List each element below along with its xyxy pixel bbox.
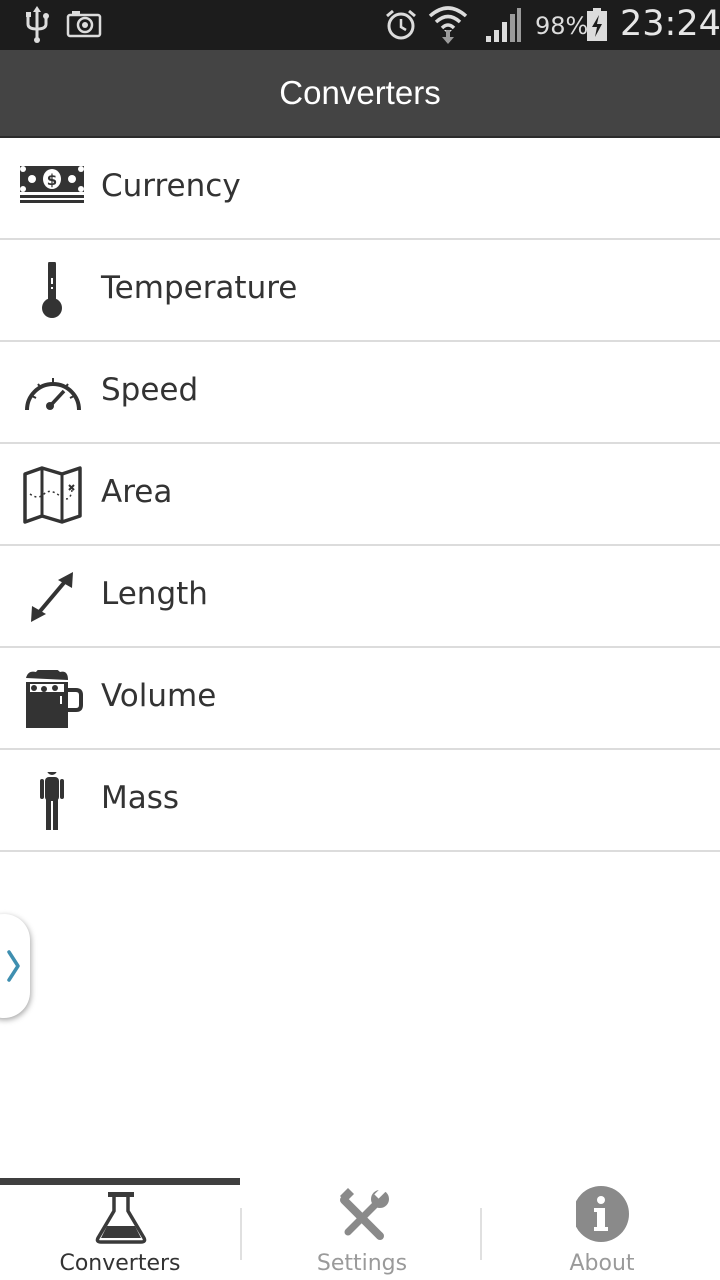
person-icon (18, 765, 86, 830)
diagonal-arrow-icon (18, 568, 86, 626)
thermometer-icon (18, 260, 86, 320)
list-item-label: Area (101, 474, 173, 510)
list-item-label: Mass (101, 780, 180, 816)
list-item-length[interactable]: Length (0, 546, 720, 648)
list-item-label: Temperature (101, 270, 298, 306)
status-bar: 98% 23:24 (0, 0, 720, 50)
alarm-icon (384, 8, 418, 47)
speedometer-icon (18, 364, 86, 422)
wifi-icon (428, 4, 468, 49)
info-icon (573, 1184, 630, 1244)
flask-icon (94, 1184, 148, 1244)
battery-charging-icon (586, 8, 608, 47)
list-item-label: Length (101, 576, 208, 612)
tab-label: Converters (59, 1251, 181, 1276)
currency-icon: $ (18, 160, 86, 218)
tab-label: Settings (316, 1251, 408, 1276)
list-item-label: Speed (101, 372, 199, 408)
tab-label: About (569, 1251, 635, 1276)
battery-percent: 98% (535, 12, 589, 40)
tab-settings[interactable]: Settings (242, 1176, 482, 1280)
list-item-label: Currency (101, 168, 241, 204)
svg-text:$: $ (47, 171, 57, 189)
usb-icon (24, 6, 50, 49)
tab-converters[interactable]: Converters (0, 1176, 240, 1280)
page-title: Converters (279, 74, 441, 111)
list-item-speed[interactable]: Speed (0, 342, 720, 444)
list-item-mass[interactable]: Mass (0, 750, 720, 852)
list-item-currency[interactable]: $ Currency (0, 138, 720, 240)
tools-icon (336, 1184, 390, 1244)
chevron-right-icon (7, 950, 20, 982)
list-item-volume[interactable]: Volume (0, 648, 720, 750)
beer-mug-icon (18, 668, 86, 728)
drawer-handle[interactable] (0, 914, 30, 1018)
screenshot-icon (66, 10, 102, 43)
list-item-temperature[interactable]: Temperature (0, 240, 720, 342)
map-icon (18, 466, 86, 524)
list-item-area[interactable]: Area (0, 444, 720, 546)
clock: 23:24 (620, 4, 720, 44)
signal-icon (484, 8, 522, 49)
app-bar: Converters (0, 50, 720, 138)
converter-list: $ Currency Temperature Speed Area Length… (0, 138, 720, 852)
tab-about[interactable]: About (482, 1176, 720, 1280)
bottom-tab-bar: Converters Settings About (0, 1176, 720, 1280)
list-item-label: Volume (101, 678, 217, 714)
